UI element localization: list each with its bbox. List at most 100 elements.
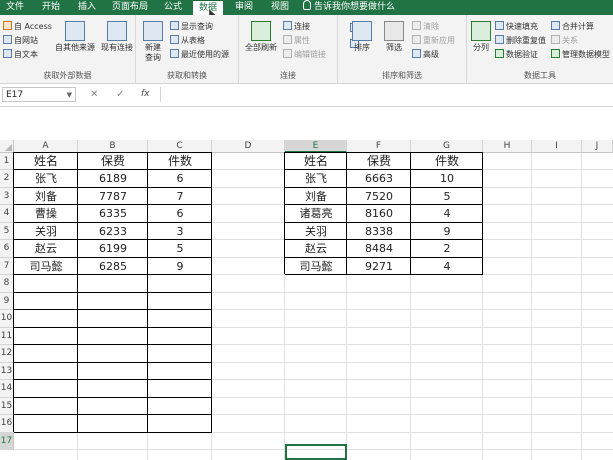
advanced-filter-button[interactable]: 高级 bbox=[412, 49, 439, 61]
from-web-button[interactable]: 自网站 bbox=[3, 35, 38, 47]
from-access-button[interactable]: 自 Access bbox=[3, 21, 52, 33]
table1-cell[interactable]: 5 bbox=[148, 240, 212, 257]
row-header-3[interactable]: 3 bbox=[0, 187, 14, 206]
existing-connections-button[interactable]: 现有连接 bbox=[100, 21, 134, 53]
flash-fill-button[interactable]: 快速填充 bbox=[495, 21, 538, 33]
column-header-j[interactable]: J bbox=[582, 140, 613, 153]
table1-cell[interactable]: 7787 bbox=[78, 188, 148, 205]
row-header-17[interactable]: 17 bbox=[0, 432, 14, 450]
data-validation-button[interactable]: 数据验证 bbox=[495, 49, 538, 61]
chevron-down-icon[interactable]: ▼ bbox=[67, 88, 72, 103]
column-header-h[interactable]: H bbox=[483, 140, 532, 153]
manage-data-model-button[interactable]: 管理数据模型 bbox=[551, 49, 610, 61]
row-header-1[interactable]: 1 bbox=[0, 153, 14, 171]
table1-cell[interactable]: 9 bbox=[148, 258, 212, 275]
table2-cell[interactable]: 诸葛亮 bbox=[285, 205, 347, 222]
table2-cell[interactable]: 司马懿 bbox=[285, 258, 347, 275]
remove-duplicates-button[interactable]: 删除重复值 bbox=[495, 35, 546, 47]
table2-cell[interactable]: 8484 bbox=[347, 240, 411, 257]
table2-cell[interactable]: 9 bbox=[411, 223, 483, 240]
other-sources-button[interactable]: 自其他来源 bbox=[52, 21, 98, 53]
row-header-13[interactable]: 13 bbox=[0, 362, 14, 381]
table2-cell[interactable]: 刘备 bbox=[285, 188, 347, 205]
row-header-4[interactable]: 4 bbox=[0, 205, 14, 223]
table1-cell[interactable]: 6 bbox=[148, 205, 212, 222]
table2-cell[interactable]: 关羽 bbox=[285, 223, 347, 240]
tab-home[interactable]: 开始 bbox=[36, 0, 66, 15]
from-table-button[interactable]: 从表格 bbox=[170, 35, 205, 47]
reapply-button[interactable]: 重新应用 bbox=[412, 35, 455, 47]
text-to-columns-button[interactable]: 分列 bbox=[469, 21, 493, 53]
row-header-16[interactable]: 16 bbox=[0, 415, 14, 433]
table2-cell[interactable]: 10 bbox=[411, 170, 483, 187]
relationships-button[interactable]: 关系 bbox=[551, 35, 578, 47]
table1-cell[interactable]: 关羽 bbox=[14, 223, 78, 240]
filter-button[interactable]: 筛选 bbox=[382, 21, 406, 53]
edit-links-button[interactable]: 编辑链接 bbox=[283, 49, 326, 61]
table2-cell[interactable]: 4 bbox=[411, 205, 483, 222]
sort-button[interactable]: 排序 bbox=[350, 21, 374, 53]
table2-header-cell[interactable]: 件数 bbox=[411, 153, 483, 170]
table1-cell[interactable]: 6189 bbox=[78, 170, 148, 187]
table1-cell[interactable]: 刘备 bbox=[14, 188, 78, 205]
insert-function-icon[interactable]: fx bbox=[141, 87, 150, 102]
tab-review[interactable]: 审阅 bbox=[229, 0, 259, 15]
row-header-10[interactable]: 10 bbox=[0, 310, 14, 328]
table1-cell[interactable]: 6 bbox=[148, 170, 212, 187]
row-header-5[interactable]: 5 bbox=[0, 222, 14, 241]
tab-page-layout[interactable]: 页面布局 bbox=[108, 0, 152, 15]
refresh-all-button[interactable]: 全部刷新 bbox=[241, 21, 281, 53]
tab-file[interactable]: 文件 bbox=[0, 0, 30, 15]
cancel-icon[interactable]: ✕ bbox=[90, 87, 98, 102]
table1-header-cell[interactable]: 件数 bbox=[148, 153, 212, 170]
table1-cell[interactable]: 赵云 bbox=[14, 240, 78, 257]
row-header-14[interactable]: 14 bbox=[0, 380, 14, 398]
consolidate-button[interactable]: 合并计算 bbox=[551, 21, 594, 33]
table2-header-cell[interactable]: 保费 bbox=[347, 153, 411, 170]
table1-cell[interactable]: 司马懿 bbox=[14, 258, 78, 275]
table2-cell[interactable]: 6663 bbox=[347, 170, 411, 187]
selected-cell-e17[interactable] bbox=[285, 444, 347, 460]
tab-formulas[interactable]: 公式 bbox=[158, 0, 188, 15]
column-header-d[interactable]: D bbox=[212, 140, 285, 153]
recent-sources-button[interactable]: 最近使用的源 bbox=[170, 49, 229, 61]
show-queries-button[interactable]: 显示查询 bbox=[170, 21, 213, 33]
row-header-9[interactable]: 9 bbox=[0, 292, 14, 311]
table1-cell[interactable]: 7 bbox=[148, 188, 212, 205]
clear-filter-button[interactable]: 清除 bbox=[412, 21, 439, 33]
table2-header-cell[interactable]: 姓名 bbox=[285, 153, 347, 170]
row-header-15[interactable]: 15 bbox=[0, 397, 14, 416]
table1-cell[interactable]: 6335 bbox=[78, 205, 148, 222]
tab-insert[interactable]: 插入 bbox=[72, 0, 102, 15]
table2-cell[interactable]: 5 bbox=[411, 188, 483, 205]
table1-cell[interactable]: 3 bbox=[148, 223, 212, 240]
row-header-6[interactable]: 6 bbox=[0, 240, 14, 258]
select-all-corner[interactable] bbox=[0, 140, 14, 153]
table1-header-cell[interactable]: 保费 bbox=[78, 153, 148, 170]
table1-cell[interactable]: 6199 bbox=[78, 240, 148, 257]
table2-cell[interactable]: 4 bbox=[411, 258, 483, 275]
table1-cell[interactable]: 张飞 bbox=[14, 170, 78, 187]
table2-cell[interactable]: 9271 bbox=[347, 258, 411, 275]
table2-cell[interactable]: 8338 bbox=[347, 223, 411, 240]
enter-icon[interactable]: ✓ bbox=[116, 87, 124, 102]
table2-cell[interactable]: 7520 bbox=[347, 188, 411, 205]
column-header-i[interactable]: I bbox=[532, 140, 582, 153]
row-header-11[interactable]: 11 bbox=[0, 327, 14, 346]
table2-cell[interactable]: 2 bbox=[411, 240, 483, 257]
table1-cell[interactable]: 6233 bbox=[78, 223, 148, 240]
new-query-button[interactable]: 新建 查询 bbox=[140, 21, 166, 63]
table1-header-cell[interactable]: 姓名 bbox=[14, 153, 78, 170]
tell-me-box[interactable]: 告诉我你想要做什么 bbox=[303, 0, 395, 15]
table2-cell[interactable]: 张飞 bbox=[285, 170, 347, 187]
name-box[interactable]: E17 ▼ bbox=[2, 87, 76, 102]
from-text-button[interactable]: 自文本 bbox=[3, 49, 38, 61]
row-header-2[interactable]: 2 bbox=[0, 170, 14, 188]
table2-cell[interactable]: 8160 bbox=[347, 205, 411, 222]
table1-cell[interactable]: 6285 bbox=[78, 258, 148, 275]
row-header-8[interactable]: 8 bbox=[0, 275, 14, 293]
tab-view[interactable]: 视图 bbox=[265, 0, 295, 15]
row-header-7[interactable]: 7 bbox=[0, 257, 14, 276]
table1-cell[interactable]: 曹操 bbox=[14, 205, 78, 222]
table2-cell[interactable]: 赵云 bbox=[285, 240, 347, 257]
